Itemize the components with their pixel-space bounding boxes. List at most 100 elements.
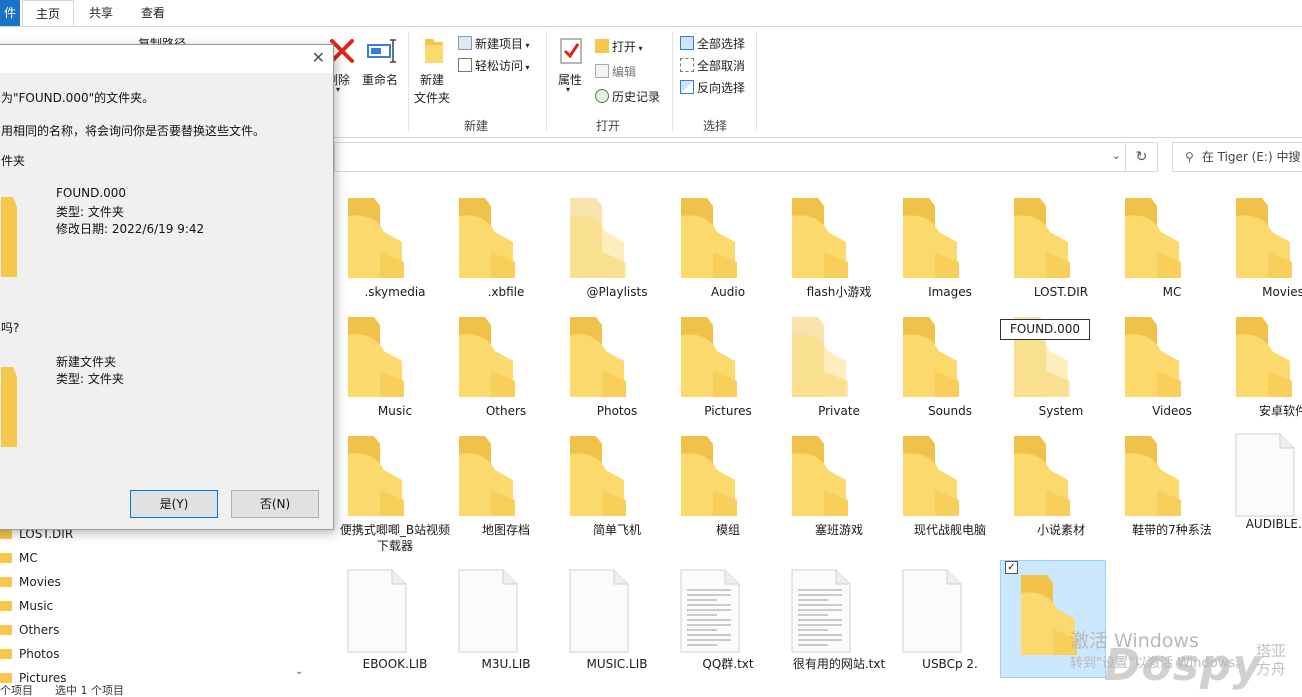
- sidebar-item[interactable]: Music: [0, 595, 53, 617]
- item-label: Audio: [710, 285, 746, 299]
- new-folder-button[interactable]: 新建 文件夹: [414, 37, 454, 117]
- ribbon-tabs: 件 主页 共享 查看: [0, 0, 1302, 27]
- folder-item[interactable]: Photos: [562, 305, 672, 425]
- sidebar-item[interactable]: Others: [0, 619, 59, 641]
- tab-share[interactable]: 共享: [78, 0, 124, 26]
- existing-folder-type: 类型: 文件夹: [56, 205, 124, 219]
- new-folder-label-2: 文件夹: [414, 91, 451, 105]
- folder-item[interactable]: @Playlists: [562, 186, 672, 306]
- folder-icon: [0, 529, 12, 539]
- open-button[interactable]: 打开 ▾: [595, 38, 643, 55]
- yes-button[interactable]: 是(Y): [130, 490, 218, 518]
- search-input[interactable]: ⚲ 在 Tiger (E:) 中搜: [1172, 142, 1302, 172]
- folder-item[interactable]: Audio: [673, 186, 783, 306]
- folder-item[interactable]: Videos: [1117, 305, 1227, 425]
- edit-icon: [595, 64, 609, 78]
- folder-item[interactable]: Music: [340, 305, 450, 425]
- folder-item[interactable]: 简单飞机: [562, 424, 672, 544]
- folder-item[interactable]: 塞班游戏: [784, 424, 894, 544]
- select-none-button[interactable]: 全部取消: [680, 57, 745, 74]
- folder-item[interactable]: 便携式唧唧_B站视频下载器: [340, 424, 450, 553]
- item-label: System: [1038, 404, 1084, 418]
- folder-item[interactable]: Private: [784, 305, 894, 425]
- brand-watermark-cn: 塔亚方舟: [1256, 642, 1290, 678]
- history-button[interactable]: 历史记录: [595, 88, 660, 105]
- select-all-icon: [680, 36, 694, 50]
- folder-icon: [0, 601, 12, 611]
- file-item[interactable]: M3U.LIB: [451, 560, 561, 680]
- sidebar-item[interactable]: MC: [0, 547, 38, 569]
- folder-item[interactable]: 现代战舰电脑: [895, 424, 1005, 544]
- rename-input[interactable]: FOUND.000: [1000, 319, 1090, 340]
- item-label: Private: [818, 404, 860, 418]
- dialog-message-2: 用相同的名称，将会询问你是否要替换这些文件。: [1, 124, 266, 138]
- rename-button[interactable]: 重命名: [362, 37, 402, 113]
- item-label: 简单飞机: [592, 523, 641, 537]
- folder-item[interactable]: 模组: [673, 424, 783, 544]
- folder-item[interactable]: Images: [895, 186, 1005, 306]
- text-document-icon: [791, 569, 851, 653]
- folder-icon: [792, 198, 848, 278]
- item-label: Photos: [596, 404, 638, 418]
- folder-item[interactable]: flash小游戏: [784, 186, 894, 306]
- easy-access-button[interactable]: 轻松访问 ▾: [458, 57, 530, 74]
- folder-item[interactable]: LOST.DIR: [1006, 186, 1116, 306]
- select-all-button[interactable]: 全部选择: [680, 35, 745, 52]
- file-icon: [1235, 433, 1295, 517]
- folder-icon: [1236, 198, 1292, 278]
- folder-icon: [348, 436, 404, 516]
- file-item[interactable]: 很有用的网站.txt: [784, 560, 894, 680]
- folder-item[interactable]: 地图存档: [451, 424, 561, 544]
- folder-item[interactable]: .skymedia: [340, 186, 450, 306]
- tab-file[interactable]: 件: [0, 0, 20, 26]
- history-icon: [595, 89, 609, 103]
- text-document-icon: [680, 569, 740, 653]
- item-label: LOST.DIR: [1033, 285, 1089, 299]
- file-item[interactable]: MUSIC.LIB: [562, 560, 672, 680]
- file-item[interactable]: EBOOK.LIB: [340, 560, 450, 680]
- folder-item[interactable]: 鞋带的7种系法: [1117, 424, 1227, 544]
- item-label: MUSIC.LIB: [586, 657, 648, 671]
- ribbon-separator: [408, 31, 409, 131]
- tab-home[interactable]: 主页: [22, 0, 74, 27]
- sidebar-item[interactable]: Movies: [0, 571, 61, 593]
- file-item[interactable]: QQ群.txt: [673, 560, 783, 680]
- folder-item[interactable]: .xbfile: [451, 186, 561, 306]
- folder-icon: [792, 317, 848, 397]
- chevron-down-icon[interactable]: ⌄: [295, 666, 303, 677]
- brand-cn-text: 塔亚方舟: [1256, 642, 1287, 678]
- address-bar[interactable]: ⌄ ↻: [334, 142, 1158, 172]
- rename-label: 重命名: [362, 73, 399, 87]
- item-label: flash小游戏: [806, 285, 872, 299]
- folder-icon: [348, 317, 404, 397]
- invert-selection-button[interactable]: 反向选择: [680, 79, 745, 96]
- folder-item[interactable]: Movies: [1228, 186, 1302, 306]
- item-label: 模组: [715, 523, 740, 537]
- new-item-button[interactable]: 新建项目 ▾: [458, 35, 530, 52]
- folder-icon: [1014, 198, 1070, 278]
- folder-item[interactable]: 安卓软件: [1228, 305, 1302, 425]
- folder-item[interactable]: Pictures: [673, 305, 783, 425]
- checkbox-icon[interactable]: ✓: [1005, 561, 1018, 574]
- folder-item[interactable]: Sounds: [895, 305, 1005, 425]
- edit-button[interactable]: 编辑: [595, 63, 636, 80]
- file-item[interactable]: USBCp 2.: [895, 560, 1005, 680]
- folder-icon: [792, 436, 848, 516]
- folder-item[interactable]: 小说素材: [1006, 424, 1116, 544]
- properties-button[interactable]: 属性 ▾: [556, 37, 586, 113]
- tab-view[interactable]: 查看: [130, 0, 176, 26]
- refresh-icon[interactable]: ↻: [1125, 143, 1157, 171]
- item-label: 鞋带的7种系法: [1132, 523, 1212, 537]
- navigation-pane: LOST.DIR MC Movies Music Others Photos Picture…: [0, 520, 310, 685]
- folder-icon: [570, 198, 626, 278]
- no-button[interactable]: 否(N): [231, 490, 319, 518]
- scrollbar[interactable]: ⌄: [292, 520, 308, 685]
- folder-item[interactable]: Others: [451, 305, 561, 425]
- close-icon[interactable]: ✕: [312, 48, 325, 67]
- chevron-down-icon[interactable]: ⌄: [1112, 149, 1121, 162]
- folder-icon: [1125, 436, 1181, 516]
- sidebar-item[interactable]: Photos: [0, 643, 59, 665]
- folder-item[interactable]: MC: [1117, 186, 1227, 306]
- file-item[interactable]: AUDIBLE.LIB: [1228, 424, 1302, 544]
- file-icon: [458, 569, 518, 653]
